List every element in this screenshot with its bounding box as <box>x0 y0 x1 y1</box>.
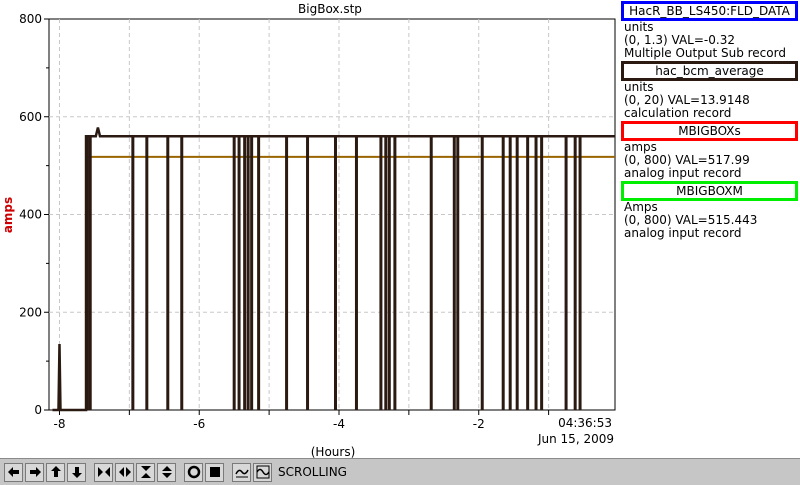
series-drop <box>456 136 460 411</box>
scroll-status-text: SCROLLING <box>278 465 347 479</box>
pv-name-box[interactable]: hac_bcm_average <box>621 61 798 81</box>
x-tick-label: -6 <box>193 417 205 431</box>
zoom-out-y-button[interactable] <box>157 462 176 482</box>
pv-record-type: analog input record <box>624 226 742 240</box>
y-tick-label: 0 <box>34 403 42 417</box>
scroll-down-button[interactable] <box>67 462 86 482</box>
arrow-down-icon <box>71 467 82 478</box>
legend-entry[interactable]: HacR_BB_LS450:FLD_DATA units (0, 1.3) VA… <box>620 1 800 60</box>
zoom-in-x-icon <box>97 467 110 477</box>
series-drop <box>246 136 250 411</box>
scroll-up-button[interactable] <box>46 462 65 482</box>
auto-scale-button[interactable] <box>232 462 251 482</box>
date-label: Jun 15, 2009 <box>537 432 614 446</box>
series-drop <box>393 136 397 411</box>
reset-icon <box>209 467 220 477</box>
series-drop <box>578 136 582 411</box>
center-button[interactable] <box>184 462 203 482</box>
scroll-left-button[interactable] <box>4 462 23 482</box>
series-drop <box>429 136 433 411</box>
scroll-right-button[interactable] <box>25 462 44 482</box>
legend-entry[interactable]: MBIGBOXs amps (0, 800) VAL=517.99 analog… <box>620 121 800 180</box>
series-drop <box>145 136 149 411</box>
series-drop <box>88 136 92 411</box>
chart-title: BigBox.stp <box>298 2 362 16</box>
center-icon <box>187 465 200 479</box>
reset-button[interactable] <box>205 462 224 482</box>
style-button[interactable] <box>253 462 272 482</box>
pv-name: MBIGBOXs <box>678 124 741 138</box>
series-drop <box>333 136 337 411</box>
x-tick-label: -2 <box>473 417 485 431</box>
series-drop <box>354 136 358 411</box>
series-drop <box>285 136 289 411</box>
series-drop <box>452 136 456 411</box>
arrow-up-icon <box>50 466 61 477</box>
series-drop <box>85 136 89 411</box>
y-axis-label: amps <box>1 197 15 233</box>
series-drop <box>540 136 544 411</box>
legend-entry[interactable]: hac_bcm_average units (0, 20) VAL=13.914… <box>620 61 800 120</box>
pv-record-type: Multiple Output Sub record <box>624 46 786 60</box>
y-tick-label: 800 <box>19 12 42 26</box>
series-drop <box>232 136 236 411</box>
zoom-in-y-icon <box>140 466 151 478</box>
pv-name-box[interactable]: MBIGBOXM <box>621 181 798 201</box>
pv-name-box[interactable]: MBIGBOXs <box>621 121 798 141</box>
series-drop <box>387 136 391 411</box>
style-icon <box>255 465 270 479</box>
pv-name: MBIGBOXM <box>676 184 743 198</box>
y-tick-label: 600 <box>19 110 42 124</box>
time-label: 04:36:53 <box>558 416 612 430</box>
series-drop <box>180 136 184 411</box>
x-axis-label: (Hours) <box>311 445 356 458</box>
legend-entry[interactable]: MBIGBOXM Amps (0, 800) VAL=515.443 analo… <box>620 181 800 240</box>
legend: HacR_BB_LS450:FLD_DATA units (0, 1.3) VA… <box>620 0 800 240</box>
y-tick-label: 200 <box>19 305 42 319</box>
series-drop <box>573 136 577 411</box>
pv-name-box[interactable]: HacR_BB_LS450:FLD_DATA <box>621 1 798 21</box>
toolbar: SCROLLING <box>0 458 800 485</box>
zoom-out-y-icon <box>161 466 172 478</box>
series-drop <box>526 136 530 411</box>
pv-name: hac_bcm_average <box>655 64 764 78</box>
series-drop <box>515 136 519 411</box>
series-drop <box>534 136 538 411</box>
y-tick-label: 400 <box>19 208 42 222</box>
series-drop <box>306 136 310 411</box>
series-drop <box>243 136 247 411</box>
series-drop <box>237 136 241 411</box>
series-drop <box>250 136 254 411</box>
pv-name: HacR_BB_LS450:FLD_DATA <box>629 4 790 18</box>
zoom-out-x-button[interactable] <box>115 462 134 482</box>
arrow-left-icon <box>7 467 19 477</box>
series-drop <box>564 136 568 411</box>
series-drop <box>508 136 512 411</box>
arrow-right-icon <box>29 467 41 477</box>
series-drop <box>131 136 135 411</box>
series-drop <box>166 136 170 411</box>
series-drop <box>480 136 484 411</box>
series-drop <box>379 136 383 411</box>
zoom-in-x-button[interactable] <box>94 462 113 482</box>
pv-record-type: analog input record <box>624 166 742 180</box>
series-drop <box>257 136 261 411</box>
auto-scale-icon <box>234 469 249 478</box>
zoom-out-x-icon <box>118 467 131 477</box>
pv-record-type: calculation record <box>624 106 732 120</box>
zoom-in-y-button[interactable] <box>136 462 155 482</box>
x-tick-label: -4 <box>333 417 345 431</box>
series-drop <box>501 136 505 411</box>
series-drop <box>384 136 388 411</box>
x-tick-label: -8 <box>53 417 65 431</box>
